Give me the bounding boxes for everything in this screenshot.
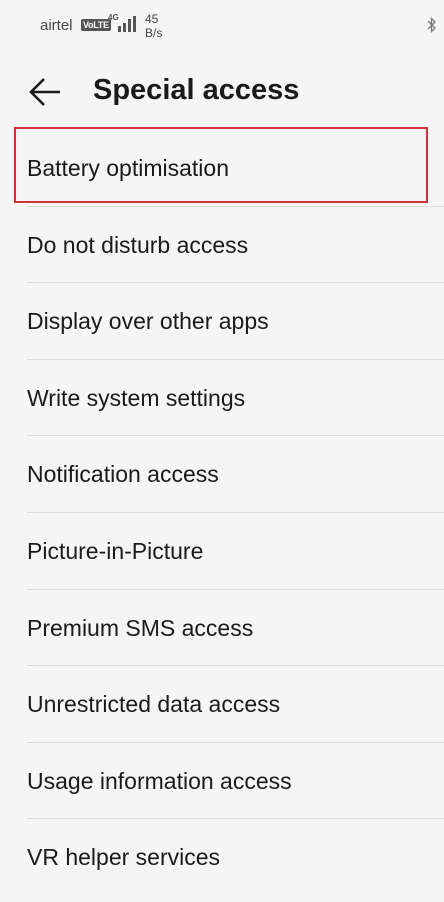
list-item-unrestricted-data-access[interactable]: Unrestricted data access <box>0 666 444 743</box>
list-item-label: Display over other apps <box>27 308 269 335</box>
carrier-name: airtel <box>40 17 73 34</box>
app-bar: Special access <box>0 58 444 128</box>
list-item-display-over-other-apps[interactable]: Display over other apps <box>0 283 444 360</box>
signal-icon <box>118 16 136 32</box>
volte-badge: VoLTE <box>81 19 111 31</box>
network-speed: 45 B/s <box>145 12 162 40</box>
speed-value: 45 <box>145 12 159 26</box>
list-item-label: Write system settings <box>27 384 246 411</box>
list-item-battery-optimisation[interactable]: Battery optimisation <box>0 130 444 207</box>
list-item-picture-in-picture[interactable]: Picture-in-Picture <box>0 513 444 590</box>
list-item-vr-helper-services[interactable]: VR helper services <box>0 819 444 896</box>
list-item-label: Premium SMS access <box>27 614 254 641</box>
status-bar: airtel VoLTE 4G 45 B/s <box>0 0 444 50</box>
list-item-label: Usage information access <box>27 767 292 794</box>
bluetooth-icon <box>427 17 436 33</box>
list-item-label: VR helper services <box>27 844 221 871</box>
list-item-label: Notification access <box>27 461 219 488</box>
list-item-write-system-settings[interactable]: Write system settings <box>0 360 444 437</box>
list-item-premium-sms-access[interactable]: Premium SMS access <box>0 590 444 667</box>
list-item-usage-information-access[interactable]: Usage information access <box>0 743 444 820</box>
page-title: Special access <box>93 74 300 106</box>
list-item-label: Picture-in-Picture <box>27 537 204 564</box>
back-arrow-icon[interactable] <box>28 76 62 108</box>
list-item-do-not-disturb-access[interactable]: Do not disturb access <box>0 207 444 284</box>
list-item-label: Unrestricted data access <box>27 691 281 718</box>
list-item-notification-access[interactable]: Notification access <box>0 436 444 513</box>
list-item-label: Battery optimisation <box>27 155 229 181</box>
list-item-label: Do not disturb access <box>27 231 249 258</box>
special-access-list: Battery optimisation Do not disturb acce… <box>0 130 444 896</box>
speed-unit: B/s <box>145 26 163 40</box>
